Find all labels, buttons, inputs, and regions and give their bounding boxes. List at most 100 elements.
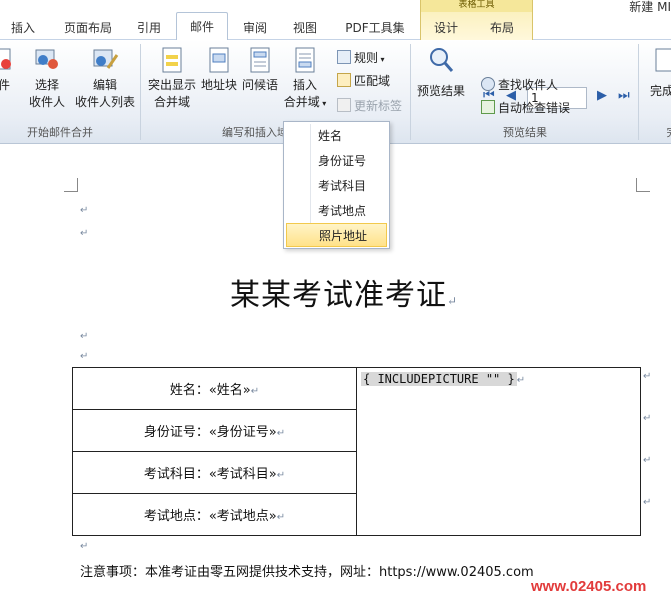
greeting-line-button[interactable]: 问候语 <box>240 46 280 94</box>
window-title: 新建 MI <box>629 0 671 14</box>
start-merge-partial-label: 件 <box>0 78 10 92</box>
start-merge-group-label: 开始邮件合并 <box>27 126 93 139</box>
edit-recipients-line2: 收件人列表 <box>74 95 135 109</box>
menu-item-exam-location[interactable]: 考试地点 <box>286 199 387 223</box>
paragraph-mark: ↵ <box>80 205 89 216</box>
match-fields-icon <box>337 73 351 87</box>
context-tab-group-label: 表格工具 <box>420 0 533 12</box>
chevron-down-icon: ▾ <box>319 99 327 108</box>
table-row[interactable]: 考试地点：«考试地点»↵ <box>72 493 357 536</box>
notice-text: 注意事项：本准考证由零五网提供技术支持，网址：https://www.02405… <box>80 565 534 580</box>
finish-merge-icon <box>655 48 671 72</box>
preview-results-label: 预览结果 <box>416 84 465 98</box>
paragraph-mark: ↵ <box>80 541 89 552</box>
match-fields-button[interactable]: 匹配域 <box>337 71 390 91</box>
document-icon <box>0 48 11 70</box>
row-label: 身份证号： <box>143 425 209 440</box>
menu-item-id-number[interactable]: 身份证号 <box>286 149 387 173</box>
insert-merge-field-line2: 合并域 <box>283 95 320 109</box>
greeting-line-icon <box>250 47 270 73</box>
tab-insert[interactable]: 插入 <box>8 17 38 39</box>
update-labels-button[interactable]: 更新标签 <box>337 96 402 116</box>
group-separator <box>638 44 639 140</box>
margin-corner-mark <box>636 178 650 192</box>
edit-recipients-button[interactable]: 编辑 收件人列表 <box>74 46 136 111</box>
find-recipient-icon <box>481 77 495 91</box>
auto-check-errors-label: 自动检查错误 <box>498 101 571 115</box>
ribbon-tab-bar: 表格工具 插入 页面布局 引用 邮件 审阅 视图 PDF工具集 设计 布局 新建… <box>0 0 671 41</box>
menu-item-photo-address[interactable]: 照片地址 <box>286 223 387 247</box>
finish-group-label: 完 <box>662 124 671 140</box>
paragraph-mark: ↵ <box>447 294 459 308</box>
end-of-row-mark: ↵ <box>643 413 652 424</box>
start-merge-partial-button[interactable]: 件 <box>0 46 14 94</box>
next-record-icon[interactable]: ▶ <box>597 88 607 103</box>
tab-references[interactable]: 引用 <box>134 17 164 39</box>
paragraph-mark: ↵ <box>276 470 286 481</box>
group-separator <box>410 44 411 140</box>
insert-field-icon <box>295 47 315 73</box>
finish-merge-label: 完成 <box>649 84 671 98</box>
tab-layout[interactable]: 布局 <box>484 17 520 39</box>
includepicture-field-code[interactable]: { INCLUDEPICTURE "" } <box>361 372 517 386</box>
watermark: www.02405.com <box>531 578 647 595</box>
paragraph-mark: ↵ <box>80 228 89 239</box>
merge-field: «考试科目» <box>208 467 277 482</box>
paragraph-mark: ↵ <box>276 428 286 439</box>
tab-pdf-tools[interactable]: PDF工具集 <box>342 17 408 39</box>
preview-group-label: 预览结果 <box>503 126 547 139</box>
row-label: 考试科目： <box>143 467 209 482</box>
edit-recipients-line1: 编辑 <box>92 78 117 92</box>
merge-field: «身份证号» <box>208 425 277 440</box>
recipients-icon <box>35 49 58 69</box>
magnifier-icon <box>430 48 454 72</box>
photo-cell[interactable]: { INCLUDEPICTURE "" } ↵ <box>356 367 641 536</box>
tab-review[interactable]: 审阅 <box>240 17 270 39</box>
document-title-text: 某某考试准考证 <box>230 278 447 313</box>
match-fields-label: 匹配域 <box>354 74 391 88</box>
select-recipients-button[interactable]: 选择 收件人 <box>22 46 72 111</box>
finish-merge-button[interactable]: 完成 <box>642 46 671 100</box>
menu-item-exam-subject[interactable]: 考试科目 <box>286 174 387 198</box>
merge-field-dropdown: 姓名 身份证号 考试科目 考试地点 照片地址 <box>283 121 390 249</box>
rules-label: 规则 <box>354 51 379 65</box>
tab-design[interactable]: 设计 <box>428 17 464 39</box>
paragraph-mark: ↵ <box>80 351 89 362</box>
menu-item-name[interactable]: 姓名 <box>286 124 387 148</box>
greeting-line-label: 问候语 <box>241 78 278 92</box>
table-row[interactable]: 身份证号：«身份证号»↵ <box>72 409 357 452</box>
admission-ticket-table: 姓名：«姓名»↵ { INCLUDEPICTURE "" } ↵ 身份证号：«身份… <box>72 367 641 536</box>
auto-check-errors-button[interactable]: 自动检查错误 <box>481 98 570 118</box>
row-label: 姓名： <box>169 383 209 398</box>
tab-view[interactable]: 视图 <box>290 17 320 39</box>
highlight-fields-icon <box>162 47 182 73</box>
check-errors-icon <box>481 100 495 114</box>
preview-results-button[interactable]: 预览结果 <box>414 46 468 100</box>
address-block-button[interactable]: 地址块 <box>200 46 238 94</box>
paragraph-mark: ↵ <box>516 375 526 386</box>
tab-mailings[interactable]: 邮件 <box>176 12 228 41</box>
end-of-row-mark: ↵ <box>643 455 652 466</box>
edit-list-icon <box>93 49 119 69</box>
chevron-down-icon: ▾ <box>378 55 385 64</box>
update-labels-label: 更新标签 <box>354 99 403 113</box>
highlight-merge-fields-button[interactable]: 突出显示 合并域 <box>145 46 199 111</box>
paragraph-mark: ↵ <box>80 331 89 342</box>
merge-field: «考试地点» <box>208 509 277 524</box>
last-record-icon[interactable]: ⏭ <box>618 88 630 103</box>
table-row[interactable]: 姓名：«姓名»↵ <box>72 367 357 410</box>
address-block-icon <box>209 47 229 73</box>
address-block-label: 地址块 <box>200 78 237 92</box>
highlight-merge-fields-line1: 突出显示 <box>147 78 196 92</box>
margin-corner-mark <box>64 178 78 192</box>
select-recipients-line1: 选择 <box>34 78 59 92</box>
rules-button[interactable]: 规则 ▾ <box>337 48 385 68</box>
find-recipient-button[interactable]: 查找收件人 <box>481 75 558 95</box>
insert-merge-field-button[interactable]: 插入 合并域 ▾ <box>282 46 328 112</box>
paragraph-mark: ↵ <box>250 386 260 397</box>
highlight-merge-fields-line2: 合并域 <box>153 95 190 109</box>
tab-page-layout[interactable]: 页面布局 <box>60 17 116 39</box>
table-row[interactable]: 考试科目：«考试科目»↵ <box>72 451 357 494</box>
paragraph-mark: ↵ <box>276 512 286 523</box>
update-labels-icon <box>337 98 351 112</box>
